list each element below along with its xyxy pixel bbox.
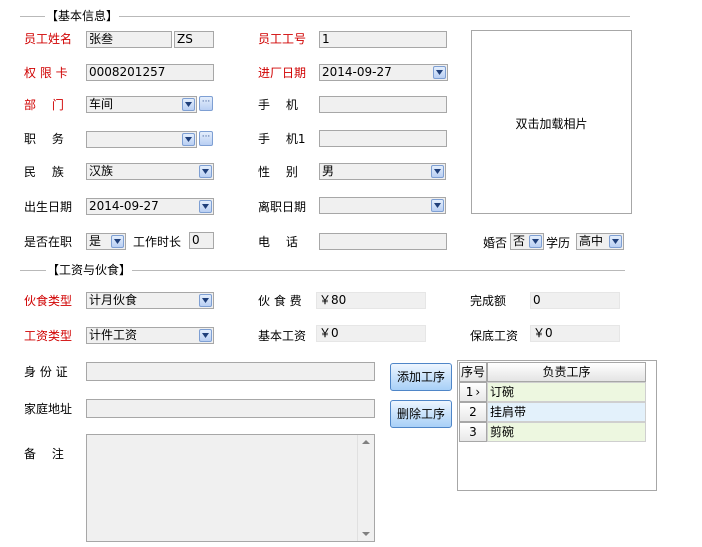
dept-more-button[interactable]: ···	[199, 96, 213, 111]
birth-value: 2014-09-27	[89, 199, 159, 213]
gender-label: 性 别	[258, 165, 298, 179]
wage-section-title: 【工资与伙食】	[46, 263, 133, 277]
row-seq: 2	[469, 405, 477, 419]
task-grid[interactable]: 序号 负责工序 1 › 订碗 2 挂肩带 3 剪碗	[457, 360, 657, 491]
photo-hint: 双击加载相片	[515, 117, 588, 131]
chevron-down-icon[interactable]	[199, 294, 212, 307]
employed-value: 是	[89, 234, 102, 248]
meal-fee-label: 伙 食 费	[258, 294, 302, 308]
ethnic-label: 民 族	[24, 165, 64, 179]
card-label: 权 限 卡	[24, 66, 68, 80]
name-code-field[interactable]: ZS	[174, 31, 214, 48]
employed-select[interactable]: 是	[86, 233, 126, 250]
grid-header-task[interactable]: 负责工序	[487, 362, 646, 382]
mobile-field[interactable]	[319, 96, 447, 113]
task-cell[interactable]: 剪碗	[487, 422, 646, 442]
wage-type-label: 工资类型	[24, 329, 73, 343]
meal-fee-field[interactable]: ￥80	[316, 292, 426, 309]
row-header[interactable]: 1 ›	[459, 382, 487, 402]
chevron-down-icon[interactable]	[182, 98, 195, 111]
remark-label: 备 注	[24, 447, 64, 461]
tenure-label: 工作时长	[133, 235, 182, 249]
task-cell[interactable]: 挂肩带	[487, 402, 646, 422]
remark-textarea[interactable]	[86, 434, 375, 542]
birth-date-picker[interactable]: 2014-09-27	[86, 198, 214, 215]
phone-label: 电 话	[258, 235, 298, 249]
phone-field[interactable]	[319, 233, 447, 250]
current-row-icon: ›	[475, 385, 481, 399]
position-label: 职 务	[24, 132, 64, 146]
chevron-down-icon[interactable]	[111, 235, 124, 248]
photo-box[interactable]: 双击加载相片	[471, 30, 632, 214]
remark-scrollbar[interactable]	[357, 435, 374, 541]
leave-label: 离职日期	[258, 200, 307, 214]
delete-task-button[interactable]: 删除工序	[390, 400, 452, 428]
meal-type-value: 计月伙食	[89, 293, 138, 307]
scroll-up-icon[interactable]	[362, 440, 370, 444]
dept-value: 车间	[89, 97, 114, 111]
married-select[interactable]: 否	[510, 233, 544, 250]
entry-date-picker[interactable]: 2014-09-27	[319, 64, 448, 81]
position-more-button[interactable]: ···	[199, 131, 213, 146]
card-field[interactable]: 0008201257	[86, 64, 214, 81]
meal-type-select[interactable]: 计月伙食	[86, 292, 214, 309]
id-field[interactable]	[86, 362, 375, 381]
scroll-down-icon[interactable]	[362, 532, 370, 536]
done-field[interactable]: 0	[530, 292, 620, 309]
ethnic-select[interactable]: 汉族	[86, 163, 214, 180]
basic-section-title: 【基本信息】	[45, 9, 120, 23]
dept-label: 部 门	[24, 98, 64, 112]
tenure-field[interactable]: 0	[189, 232, 214, 249]
edu-label: 学历	[546, 236, 571, 250]
done-label: 完成额	[470, 294, 507, 308]
dept-select[interactable]: 车间	[86, 96, 197, 113]
emp-no-field[interactable]: 1	[319, 31, 447, 48]
edu-value: 高中	[579, 234, 604, 248]
mobile1-label: 手 机1	[258, 132, 306, 146]
mobile1-field[interactable]	[319, 130, 447, 147]
wage-type-value: 计件工资	[89, 328, 138, 342]
married-label: 婚否	[483, 236, 508, 250]
row-header[interactable]: 3	[459, 422, 487, 442]
chevron-down-icon[interactable]	[433, 66, 446, 79]
birth-label: 出生日期	[24, 200, 73, 214]
address-label: 家庭地址	[24, 402, 73, 416]
leave-date-picker[interactable]	[319, 197, 446, 214]
chevron-down-icon[interactable]	[199, 165, 212, 178]
row-header[interactable]: 2	[459, 402, 487, 422]
chevron-down-icon[interactable]	[529, 235, 542, 248]
id-label: 身 份 证	[24, 365, 68, 379]
add-task-button[interactable]: 添加工序	[390, 363, 452, 391]
name-label: 员工姓名	[24, 32, 73, 46]
entry-date-label: 进厂日期	[258, 66, 307, 80]
chevron-down-icon[interactable]	[431, 165, 444, 178]
gender-select[interactable]: 男	[319, 163, 446, 180]
name-field[interactable]: 张叁	[86, 31, 172, 48]
row-seq: 3	[469, 425, 477, 439]
emp-no-label: 员工工号	[258, 32, 307, 46]
chevron-down-icon[interactable]	[199, 329, 212, 342]
mobile-label: 手 机	[258, 98, 298, 112]
wage-type-select[interactable]: 计件工资	[86, 327, 214, 344]
guarantee-field[interactable]: ￥0	[530, 325, 620, 342]
guarantee-label: 保底工资	[470, 329, 519, 343]
row-seq: 1	[465, 385, 474, 399]
entry-date-value: 2014-09-27	[322, 65, 392, 79]
address-field[interactable]	[86, 399, 375, 418]
married-value: 否	[513, 234, 526, 248]
base-wage-field[interactable]: ￥0	[316, 325, 426, 342]
base-wage-label: 基本工资	[258, 329, 307, 343]
employed-label: 是否在职	[24, 235, 73, 249]
meal-type-label: 伙食类型	[24, 294, 73, 308]
chevron-down-icon[interactable]	[199, 200, 212, 213]
gender-value: 男	[322, 164, 335, 178]
chevron-down-icon[interactable]	[431, 199, 444, 212]
grid-header-seq[interactable]: 序号	[459, 362, 487, 382]
ethnic-value: 汉族	[89, 164, 114, 178]
chevron-down-icon[interactable]	[182, 133, 195, 146]
position-select[interactable]	[86, 131, 197, 148]
task-cell[interactable]: 订碗	[487, 382, 646, 402]
edu-select[interactable]: 高中	[576, 233, 624, 250]
chevron-down-icon[interactable]	[609, 235, 622, 248]
